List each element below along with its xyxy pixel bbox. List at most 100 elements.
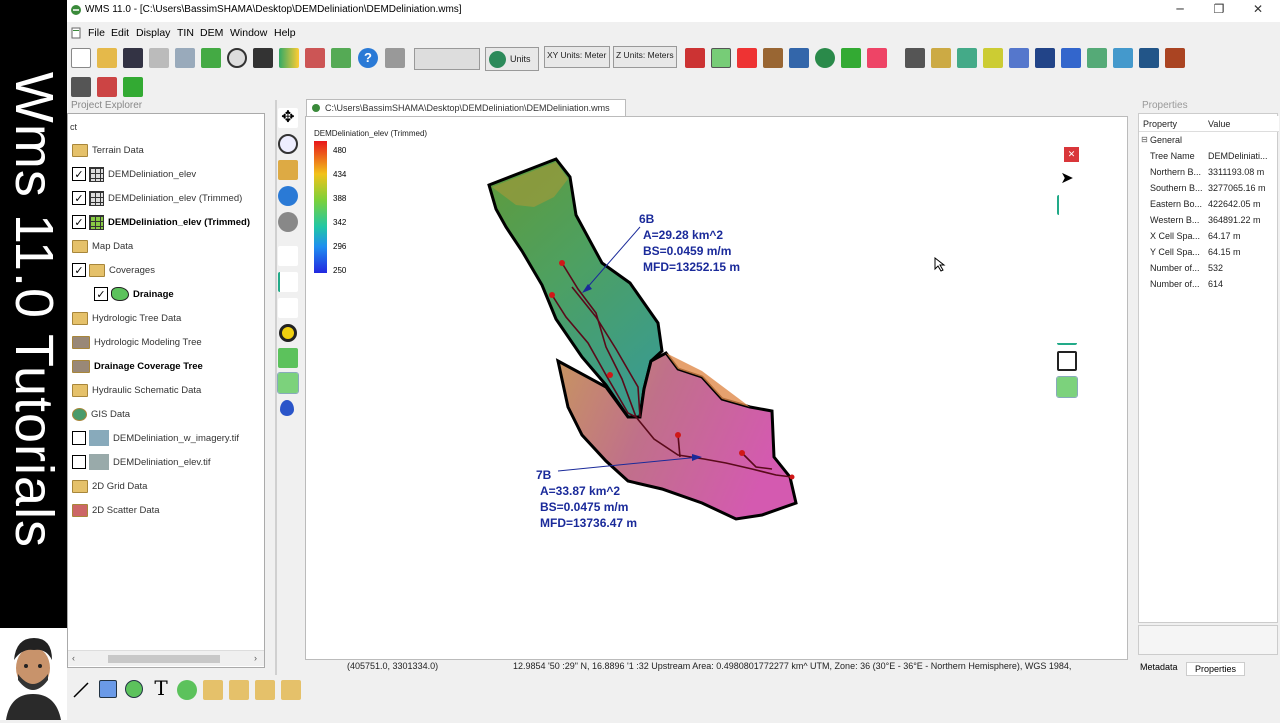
tree-item-imagery-tif[interactable]: DEMDeliniation_w_imagery.tif [72, 428, 239, 448]
tree-item-hydrologic-modeling-tree[interactable]: Hydrologic Modeling Tree [72, 332, 202, 352]
select-arrow-icon[interactable]: ➤ [1057, 169, 1077, 189]
menu-help[interactable]: Help [274, 27, 296, 39]
horizontal-scrollbar[interactable]: ‹ › [68, 650, 264, 666]
zoom-tool-icon[interactable] [278, 134, 298, 154]
map-icon[interactable] [957, 48, 977, 68]
property-row[interactable]: Eastern Bo... 422642.05 m [1139, 196, 1279, 212]
tab-metadata[interactable]: Metadata [1140, 662, 1178, 672]
hydrograph-icon[interactable] [931, 48, 951, 68]
property-row[interactable]: Tree Name DEMDeliniati... [1139, 148, 1279, 164]
earth-icon[interactable] [815, 48, 835, 68]
tree-item-map-data[interactable]: Map Data [72, 236, 133, 256]
visibility-checkbox[interactable]: ✓ [72, 191, 86, 205]
rectangle-tool-icon[interactable] [99, 680, 117, 698]
contour-icon[interactable] [279, 48, 299, 68]
visibility-checkbox[interactable]: ✓ [72, 263, 86, 277]
close-toolbar-icon[interactable]: ✕ [1064, 147, 1079, 162]
property-row[interactable]: Y Cell Spa... 64.15 m [1139, 244, 1279, 260]
rotate-icon[interactable] [278, 160, 298, 180]
tree-item-drainage[interactable]: ✓ Drainage [94, 284, 174, 304]
close-button[interactable]: ✕ [1248, 2, 1268, 18]
minimize-button[interactable]: ─ [1170, 2, 1190, 18]
visibility-checkbox[interactable]: ✓ [94, 287, 108, 301]
gis-icon[interactable] [1009, 48, 1029, 68]
grid-icon[interactable] [841, 48, 861, 68]
polygon-select-icon[interactable] [278, 348, 298, 368]
save-icon[interactable] [123, 48, 143, 68]
visibility-checkbox[interactable] [72, 455, 86, 469]
tree-item-gis-data[interactable]: GIS Data [72, 404, 130, 424]
select-points-icon[interactable] [685, 48, 705, 68]
frame-icon[interactable] [201, 48, 221, 68]
pan-icon[interactable]: ✥ [278, 108, 298, 128]
tree-item-hydraulic-schematic-data[interactable]: Hydraulic Schematic Data [72, 380, 201, 400]
property-row[interactable]: Northern B... 3311193.08 m [1139, 164, 1279, 180]
storage-icon[interactable] [1113, 48, 1133, 68]
print-icon[interactable] [149, 48, 169, 68]
tab-properties[interactable]: Properties [1186, 662, 1246, 676]
select-basin-polygon-icon[interactable] [1056, 376, 1078, 398]
tree-item-elev-tif[interactable]: DEMDeliniation_elev.tif [72, 452, 211, 472]
create-arc-icon[interactable] [278, 272, 298, 292]
tree-item-dem-trimmed-2[interactable]: ✓ DEMDeliniation_elev (Trimmed) [72, 212, 250, 232]
delete-icon[interactable] [385, 48, 405, 68]
select-feature-vertex-icon[interactable] [1057, 221, 1077, 241]
select-feature-arc-icon[interactable] [1057, 247, 1077, 267]
stream-icon[interactable] [763, 48, 783, 68]
property-row[interactable]: X Cell Spa... 64.17 m [1139, 228, 1279, 244]
select-drawing-icon[interactable] [177, 680, 197, 700]
group-icon[interactable] [255, 680, 275, 700]
ungroup-icon[interactable] [281, 680, 301, 700]
text-tool-icon[interactable]: T [151, 678, 171, 698]
open-icon[interactable] [97, 48, 117, 68]
menu-dem[interactable]: DEM [200, 27, 223, 39]
module-dropdown[interactable] [414, 48, 480, 70]
line-tool-icon[interactable] [71, 680, 91, 700]
tree-item-hydrologic-tree-data[interactable]: Hydrologic Tree Data [72, 308, 181, 328]
property-row[interactable]: Southern B... 3277065.16 m [1139, 180, 1279, 196]
restore-button[interactable]: ❐ [1209, 2, 1229, 18]
scroll-right-icon[interactable]: › [254, 653, 257, 663]
tree-item-2d-scatter-data[interactable]: 2D Scatter Data [72, 500, 160, 520]
create-feature-arc-icon[interactable] [1057, 195, 1077, 215]
options-icon[interactable] [305, 48, 325, 68]
visibility-checkbox[interactable] [72, 431, 86, 445]
collapse-icon[interactable]: ⊟ [1141, 135, 1148, 144]
tree-icon[interactable] [789, 48, 809, 68]
add-icon[interactable] [983, 48, 1003, 68]
display-icon[interactable] [253, 48, 273, 68]
properties-group[interactable]: ⊟ General [1139, 132, 1279, 148]
tree-item-dem-trimmed-1[interactable]: ✓ DEMDeliniation_elev (Trimmed) [72, 188, 242, 208]
oval-tool-icon[interactable] [125, 680, 143, 698]
menu-window[interactable]: Window [230, 27, 267, 39]
tree-item-terrain-data[interactable]: Terrain Data [72, 140, 144, 160]
select-tool-icon[interactable] [278, 246, 298, 266]
document-tab[interactable]: C:\Users\BassimSHAMA\Desktop\DEMDeliniat… [306, 99, 626, 116]
menu-display[interactable]: Display [136, 27, 170, 39]
select-feature-point-icon[interactable] [1057, 299, 1077, 319]
river-icon[interactable] [1087, 48, 1107, 68]
next-view-icon[interactable] [278, 212, 298, 232]
map-canvas[interactable]: DEMDeliniation_elev (Trimmed) 480 434 38… [305, 116, 1128, 660]
property-row[interactable]: Western B... 364891.22 m [1139, 212, 1279, 228]
bring-front-icon[interactable] [203, 680, 223, 700]
property-row[interactable]: Number of... 532 [1139, 260, 1279, 276]
tree-item-dem-elev[interactable]: ✓ DEMDeliniation_elev [72, 164, 196, 184]
scroll-thumb[interactable] [108, 655, 220, 663]
create-feature-point-icon[interactable] [1057, 273, 1077, 293]
model-icon[interactable] [1061, 48, 1081, 68]
tree-item-2d-grid-data[interactable]: 2D Grid Data [72, 476, 147, 496]
select-vertex-icon[interactable] [278, 298, 298, 318]
units-button[interactable]: Units [485, 47, 539, 71]
send-back-icon[interactable] [229, 680, 249, 700]
select-basin-icon[interactable] [711, 48, 731, 68]
basin-select-icon[interactable] [277, 372, 299, 394]
outlet-icon[interactable] [737, 48, 757, 68]
scroll-left-icon[interactable]: ‹ [72, 653, 75, 663]
tree-grid-icon[interactable] [123, 77, 143, 97]
hec-icon[interactable] [1035, 48, 1055, 68]
flood-icon[interactable] [1139, 48, 1159, 68]
tree-add-icon[interactable] [97, 77, 117, 97]
menu-tin[interactable]: TIN [177, 27, 194, 39]
measure-icon[interactable] [905, 48, 925, 68]
